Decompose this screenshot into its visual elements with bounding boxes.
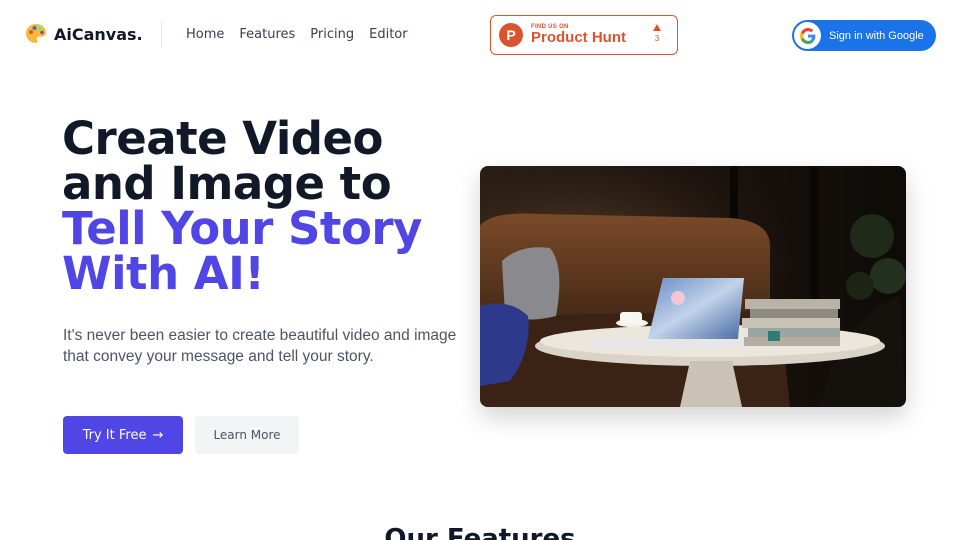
nav-features[interactable]: Features bbox=[239, 27, 295, 42]
brand-name: AiCanvas. bbox=[54, 24, 143, 44]
product-hunt-votes: 3 bbox=[653, 24, 661, 43]
product-hunt-icon: P bbox=[499, 23, 523, 47]
google-signin-button[interactable]: Sign in with Google bbox=[792, 20, 936, 51]
google-signin-label: Sign in with Google bbox=[829, 29, 924, 42]
features-section-title: Our Features bbox=[384, 524, 576, 540]
hero-title-line-4: With AI! bbox=[62, 247, 265, 300]
hero-title: Create Video and Image to Tell Your Stor… bbox=[62, 116, 422, 296]
try-it-free-label: Try It Free bbox=[82, 427, 147, 443]
header-divider bbox=[161, 22, 162, 48]
hero-title-line-2: and Image to bbox=[62, 157, 392, 210]
upvote-arrow-icon bbox=[653, 24, 661, 31]
hero-title-line-3: Tell Your Story bbox=[62, 202, 422, 255]
brand-logo[interactable]: AiCanvas. bbox=[24, 22, 143, 46]
vote-count: 3 bbox=[654, 34, 660, 43]
nav-pricing[interactable]: Pricing bbox=[310, 27, 354, 42]
learn-more-button[interactable]: Learn More bbox=[195, 416, 299, 454]
hero-description: It's never been easier to create beautif… bbox=[63, 327, 457, 365]
try-it-free-button[interactable]: Try It Free → bbox=[63, 416, 183, 454]
hero-title-line-1: Create Video bbox=[62, 112, 383, 165]
palette-icon bbox=[26, 24, 46, 43]
site-header: AiCanvas. Home Features Pricing Editor P… bbox=[0, 0, 960, 70]
google-icon bbox=[794, 22, 821, 49]
arrow-right-icon: → bbox=[152, 427, 164, 443]
product-hunt-text: FIND US ON Product Hunt bbox=[531, 24, 626, 46]
product-hunt-badge[interactable]: P FIND US ON Product Hunt 3 bbox=[490, 15, 678, 55]
nav-home[interactable]: Home bbox=[186, 27, 224, 42]
main-nav: Home Features Pricing Editor bbox=[186, 27, 408, 42]
hero-image bbox=[480, 166, 906, 407]
laptop-scene-illustration bbox=[480, 166, 906, 407]
nav-editor[interactable]: Editor bbox=[369, 27, 407, 42]
product-hunt-label: Product Hunt bbox=[531, 29, 626, 46]
